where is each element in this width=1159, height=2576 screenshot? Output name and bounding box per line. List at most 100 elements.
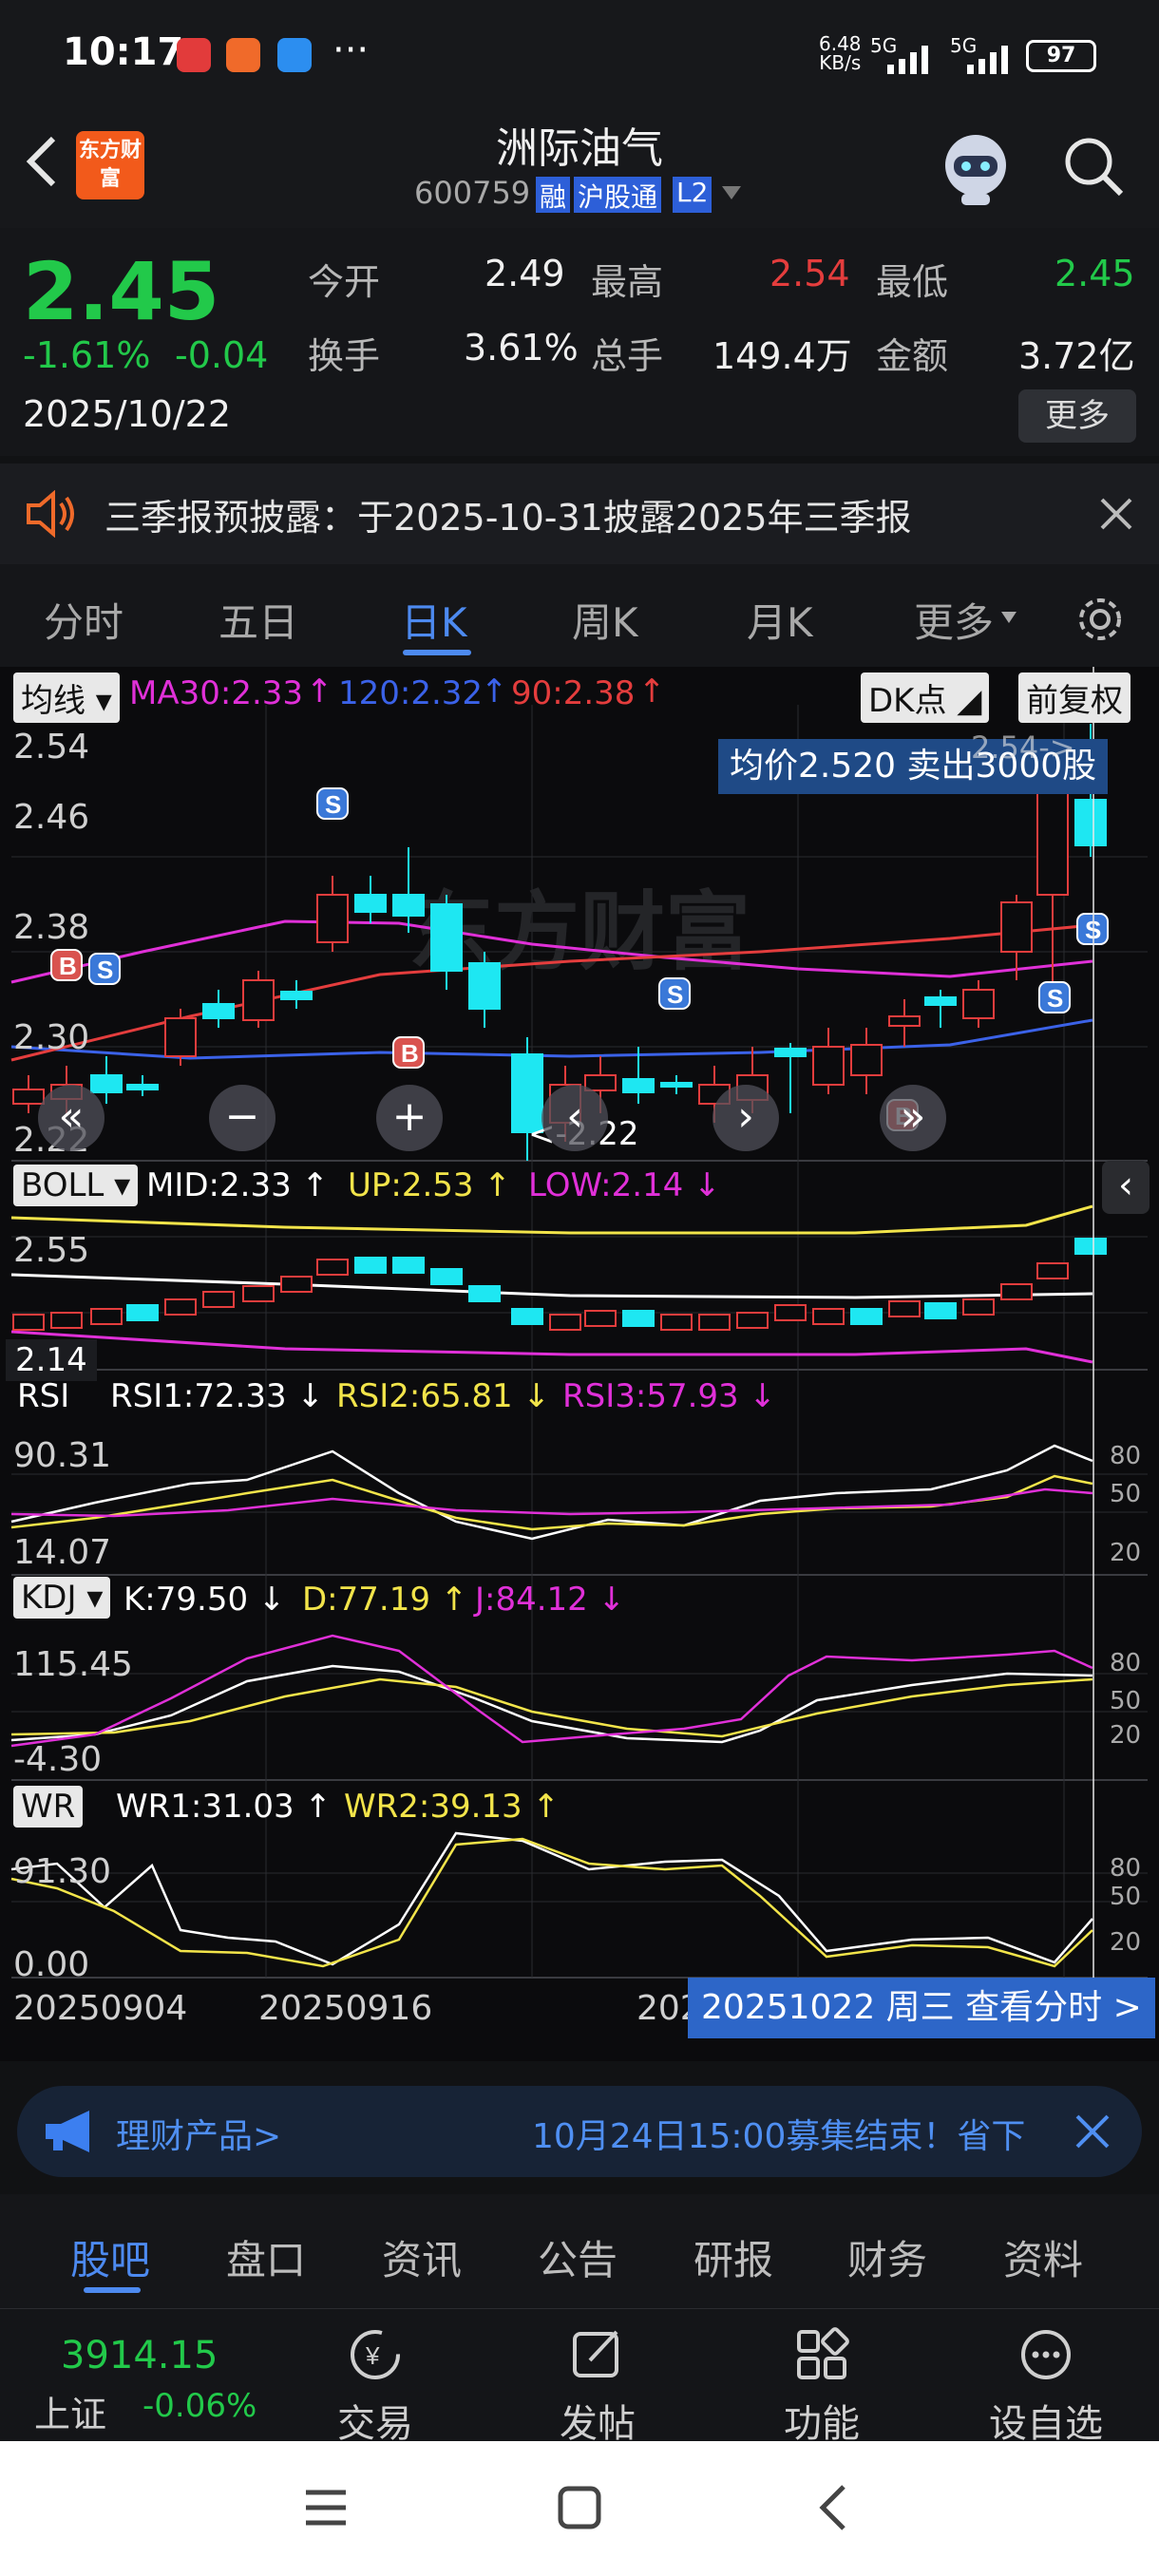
adjust-button[interactable]: 前复权 <box>1018 672 1130 723</box>
last-price: 2.45 <box>23 245 220 338</box>
gear-icon[interactable] <box>1074 593 1127 646</box>
kdj-selector[interactable]: KDJ ▾ <box>13 1577 111 1619</box>
close-icon[interactable] <box>1098 496 1134 532</box>
sell-marker: S <box>658 977 691 1010</box>
dk-point-button[interactable]: DK点 ◢ <box>861 672 990 723</box>
status-time: 10:17 <box>63 30 184 74</box>
candle-body <box>660 1082 693 1088</box>
promo-right-text: 10月24日15:00募集结束！省下 <box>532 2117 1026 2156</box>
step-left-button[interactable]: ‹ <box>542 1085 608 1151</box>
candle-body <box>962 989 995 1019</box>
boll-candle <box>962 1298 995 1316</box>
volume-label: 总手 <box>591 335 664 377</box>
ma120-label: 120:2.32 <box>338 674 484 712</box>
rsi2-line <box>10 1474 1093 1531</box>
tab-finance[interactable]: 财务 <box>847 2228 927 2286</box>
scroll-left-button[interactable]: « <box>38 1085 104 1151</box>
tab-forum[interactable]: 股吧 <box>70 2228 150 2286</box>
kdj-y-top: 115.45 <box>13 1645 133 1684</box>
kline-chart[interactable]: 东方财富 BSSBSSSB 均线 ▾ MA30:2.33 ↑ 120:2.32 … <box>0 667 1159 2061</box>
tab-monthly-k[interactable]: 月K <box>747 591 813 649</box>
kdj-k: K:79.50 ↓ <box>124 1581 286 1619</box>
zoom-in-button[interactable]: + <box>376 1085 443 1151</box>
kdj-right-50: 50 <box>1110 1687 1142 1715</box>
connect-badge: 沪股通 <box>574 177 662 213</box>
boll-selector[interactable]: BOLL ▾ <box>13 1165 139 1206</box>
add-watchlist-button[interactable]: 设自选 <box>984 2326 1108 2448</box>
speaker-icon <box>27 490 74 538</box>
rsi-y-top: 90.31 <box>13 1436 112 1475</box>
tab-more[interactable]: 更多 <box>914 591 994 649</box>
signal-icon <box>967 46 1008 74</box>
boll-candle <box>549 1314 581 1331</box>
stock-header: 东方财富 洲际油气 600759 融 沪股通 L2 <box>0 104 1159 228</box>
robot-assistant-icon[interactable] <box>935 127 1016 209</box>
boll-candle <box>280 1276 313 1293</box>
search-icon[interactable] <box>1060 133 1127 199</box>
candle-body <box>126 1084 159 1090</box>
boll-y-top: 2.55 <box>13 1231 90 1270</box>
functions-button[interactable]: 功能 <box>760 2326 884 2448</box>
period-tabs: 分时 五日 日K 周K 月K 更多 <box>0 564 1159 667</box>
app-logo[interactable]: 东方财富 <box>76 131 144 199</box>
open-value: 2.49 <box>484 253 565 294</box>
collapse-panel-icon[interactable]: ‹ <box>1102 1161 1150 1214</box>
quote-date: 2025/10/22 <box>23 393 232 435</box>
step-right-button[interactable]: › <box>712 1085 779 1151</box>
more-button[interactable]: 更多 <box>1018 389 1136 443</box>
tab-news[interactable]: 资讯 <box>382 2228 462 2286</box>
tab-profile[interactable]: 资料 <box>1003 2228 1083 2286</box>
tab-daily-k[interactable]: 日K <box>401 591 467 649</box>
active-tab-indicator <box>403 650 471 655</box>
zoom-out-button[interactable]: − <box>209 1085 276 1151</box>
marker-letter: S <box>97 956 113 984</box>
marker-letter: S <box>1047 984 1063 1013</box>
high-value: 2.54 <box>770 253 850 294</box>
info-tabs: 股吧 盘口 资讯 公告 研报 财务 资料 <box>0 2194 1159 2308</box>
svg-text:¥: ¥ <box>365 2341 380 2370</box>
post-button[interactable]: 发帖 <box>536 2326 659 2448</box>
boll-candle <box>354 1257 387 1274</box>
candle-body <box>1036 787 1069 896</box>
stock-code: 600759 <box>414 175 531 211</box>
candle-body <box>812 1046 845 1086</box>
dropdown-icon[interactable] <box>722 186 741 199</box>
sell-marker: S <box>316 787 349 820</box>
ma-type-selector[interactable]: 均线 ▾ <box>13 672 120 723</box>
candle-body <box>850 1044 883 1076</box>
tab-announcements[interactable]: 公告 <box>538 2228 618 2286</box>
tab-weekly-k[interactable]: 周K <box>572 591 638 649</box>
tab-orderbook[interactable]: 盘口 <box>226 2228 306 2286</box>
marker-letter: S <box>325 790 341 819</box>
view-intraday-link[interactable]: 20251022 周三 查看分时 > <box>688 1978 1155 2038</box>
sell-marker: S <box>1076 913 1109 945</box>
back-nav-icon[interactable] <box>815 2483 849 2532</box>
trade-button[interactable]: ¥ 交易 <box>314 2326 437 2448</box>
index-change: -0.06% <box>142 2387 257 2425</box>
back-icon[interactable] <box>23 133 61 190</box>
promo-banner[interactable]: 理财产品> 10月24日15:00募集结束！省下 <box>17 2086 1142 2177</box>
scroll-right-button[interactable]: » <box>880 1085 946 1151</box>
home-icon[interactable] <box>557 2485 602 2530</box>
add-watchlist-label: 设自选 <box>989 2402 1103 2446</box>
wr-selector[interactable]: WR <box>13 1786 84 1828</box>
index-ticker[interactable]: 3914.15 上证 -0.06% <box>0 2309 256 2442</box>
marker-letter: B <box>59 952 77 980</box>
grid-icon <box>797 2327 849 2379</box>
boll-low: LOW:2.14 ↓ <box>528 1166 721 1204</box>
boll-low-line <box>10 1330 1093 1364</box>
rsi-label[interactable]: RSI <box>17 1377 69 1415</box>
tab-research[interactable]: 研报 <box>694 2228 773 2286</box>
volume-value: 149.4万 <box>712 335 852 377</box>
notice-bar[interactable]: 三季报预披露：于2025-10-31披露2025年三季报 <box>0 464 1159 564</box>
tab-five-day[interactable]: 五日 <box>218 591 298 649</box>
menu-icon[interactable] <box>302 2487 350 2529</box>
boll-candle <box>736 1312 769 1329</box>
candle-body <box>392 894 425 917</box>
boll-candle <box>850 1308 883 1325</box>
close-icon[interactable] <box>1074 2112 1112 2150</box>
tab-minute[interactable]: 分时 <box>44 591 124 649</box>
boll-mid: MID:2.33 ↑ <box>146 1166 329 1204</box>
notice-text: 三季报预披露：于2025-10-31披露2025年三季报 <box>104 497 912 539</box>
wr-right-20: 20 <box>1110 1928 1142 1957</box>
